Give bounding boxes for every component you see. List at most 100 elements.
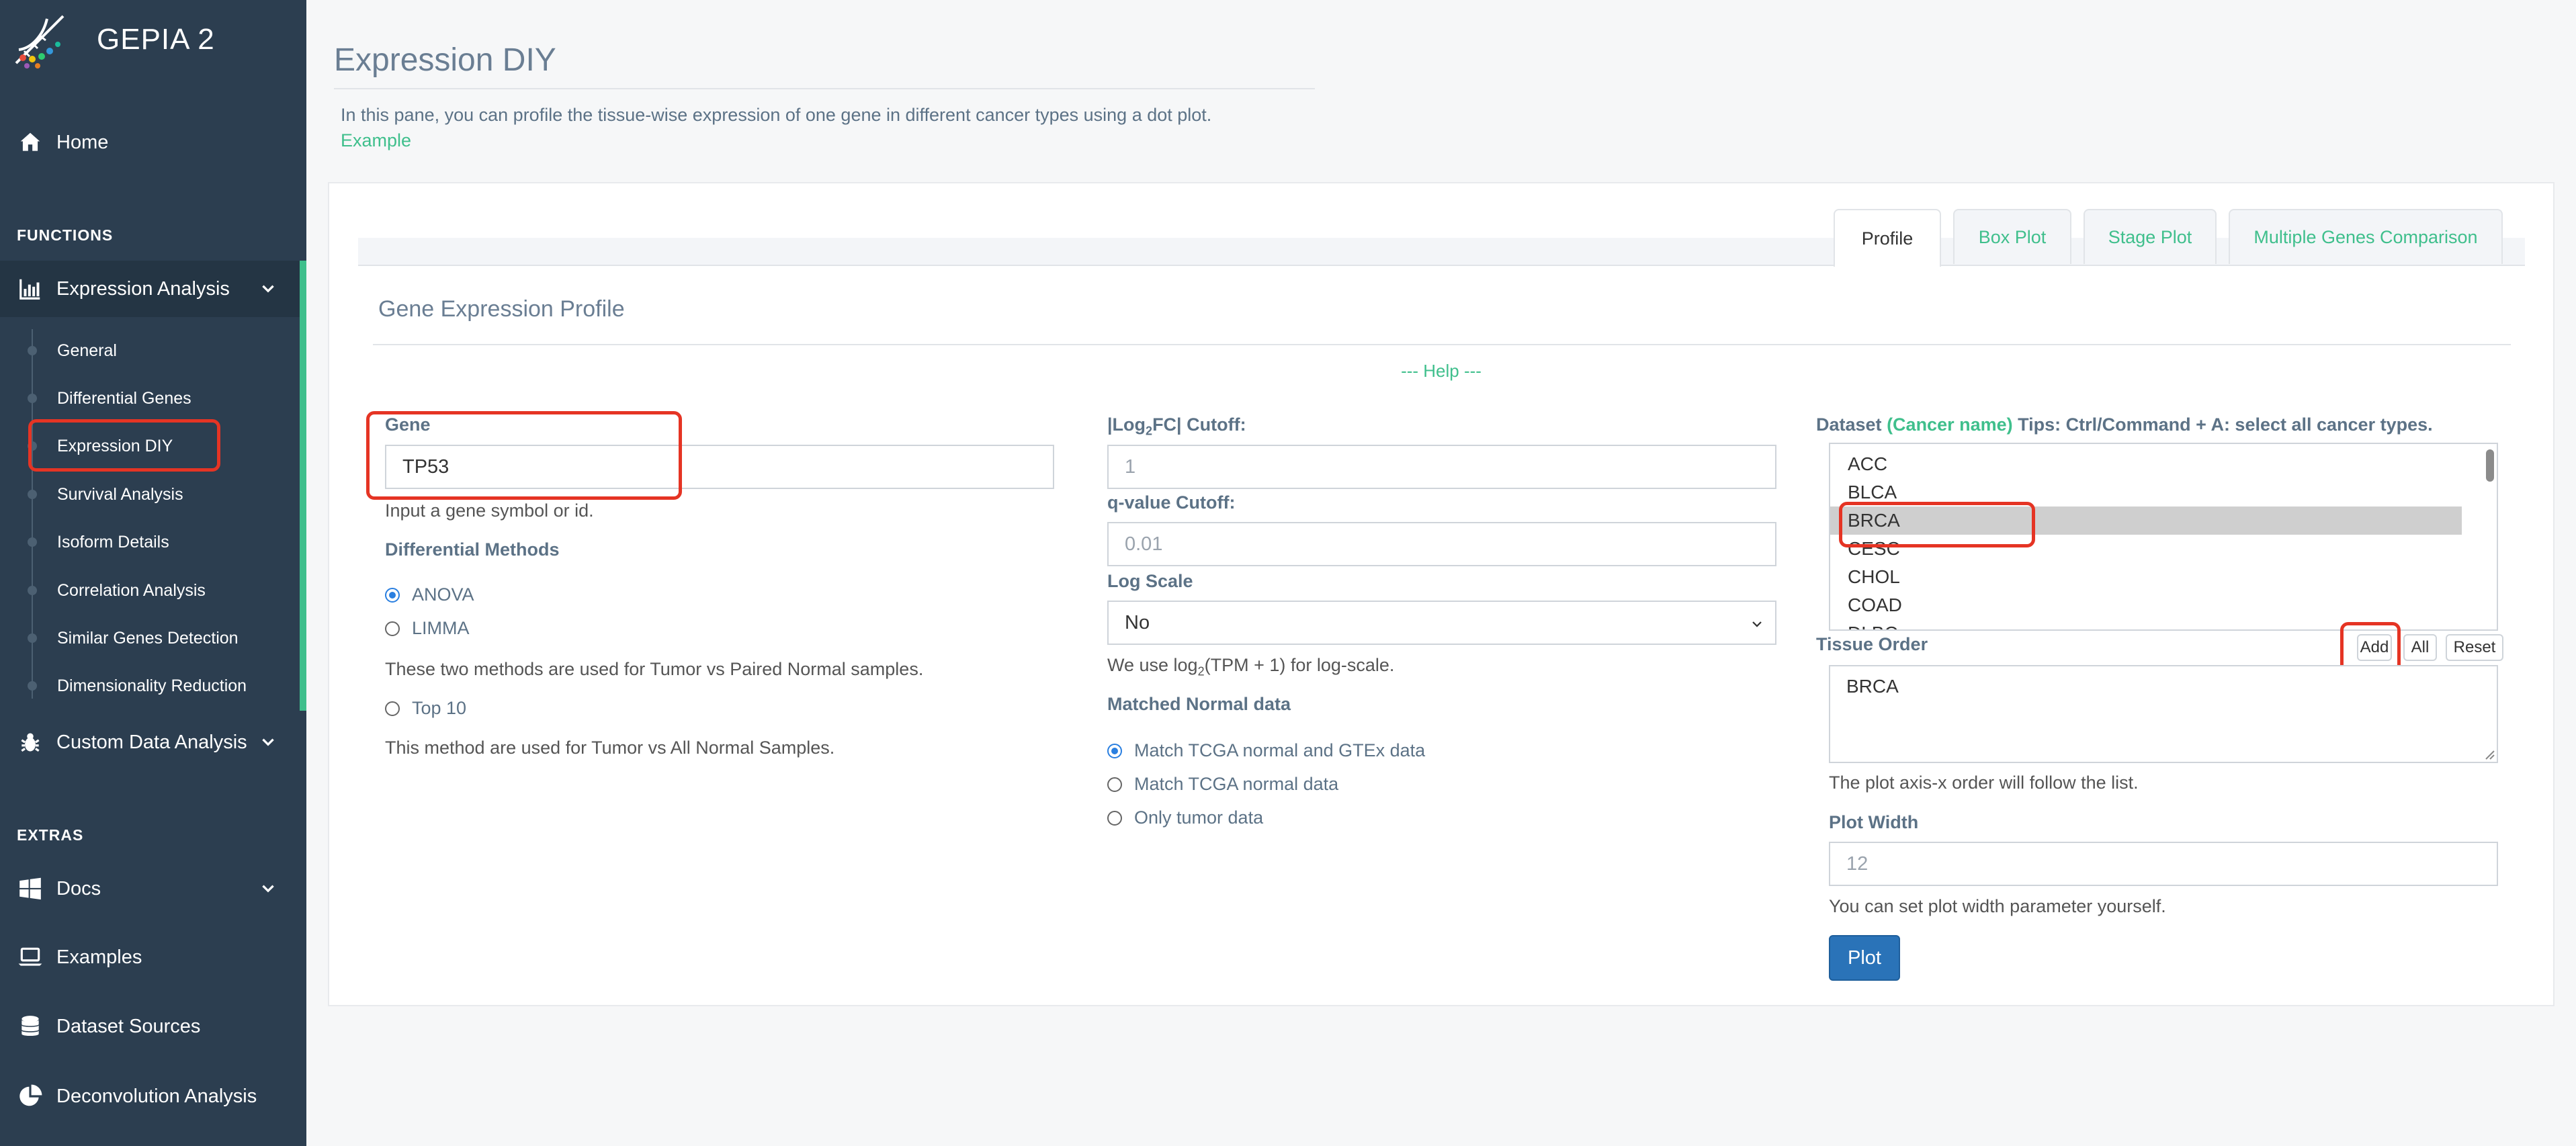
tissue-order-textarea[interactable]: BRCA (1829, 665, 2498, 763)
sidebar-item-survival-analysis[interactable]: Survival Analysis (0, 474, 300, 515)
section-title: Gene Expression Profile (378, 296, 625, 322)
nav-custom-data-analysis-label: Custom Data Analysis (56, 731, 247, 753)
radio-button[interactable] (385, 587, 400, 603)
submenu-dot (28, 681, 37, 691)
extras-section-title: EXTRAS (17, 826, 84, 844)
dataset-option-chol[interactable]: CHOL (1830, 563, 2462, 591)
submenu-dot (28, 394, 37, 403)
nav-examples[interactable]: Examples (0, 934, 306, 981)
tab-profile[interactable]: Profile (1834, 209, 1941, 267)
home-icon (15, 127, 46, 158)
sidebar-item-label: Survival Analysis (57, 484, 183, 504)
radio-limma[interactable]: LIMMA (385, 618, 470, 639)
logscale-selected-value: No (1125, 611, 1150, 633)
sidebar-item-label: Dimensionality Reduction (57, 676, 247, 695)
radio-button[interactable] (385, 701, 400, 716)
section-divider (373, 344, 2511, 345)
tissue-note: The plot axis-x order will follow the li… (1829, 773, 2139, 793)
plot-button[interactable]: Plot (1829, 935, 1900, 981)
dataset-option-acc[interactable]: ACC (1830, 450, 2462, 478)
help-link[interactable]: --- Help --- (0, 361, 2576, 382)
bar-chart-icon (15, 273, 46, 304)
all-button[interactable]: All (2403, 634, 2437, 661)
example-link[interactable]: Example (341, 130, 411, 151)
dataset-option-brca[interactable]: BRCA (1830, 506, 2462, 535)
laptop-icon (15, 942, 46, 973)
submenu-dot (28, 441, 37, 451)
nav-expression-analysis-label: Expression Analysis (56, 277, 230, 300)
chevron-down-icon (262, 285, 274, 293)
page-intro: In this pane, you can profile the tissue… (341, 105, 1212, 125)
nav-dataset-sources[interactable]: Dataset Sources (0, 1003, 306, 1050)
resize-grip-icon[interactable] (2483, 748, 2495, 760)
active-group-indicator (300, 261, 306, 711)
sidebar-item-expression-diy[interactable]: Expression DIY (0, 426, 300, 466)
sidebar-item-dimensionality-reduction[interactable]: Dimensionality Reduction (0, 666, 300, 706)
sidebar-item-label: Differential Genes (57, 388, 191, 408)
nav-dataset-sources-label: Dataset Sources (56, 1015, 201, 1037)
tab-stage-plot[interactable]: Stage Plot (2084, 209, 2217, 264)
submenu-dot (28, 633, 37, 643)
dataset-tips: Tips: Ctrl/Command + A: select all cance… (2018, 414, 2433, 435)
gene-hint: Input a gene symbol or id. (385, 500, 594, 521)
dataset-option-cesc[interactable]: CESC (1830, 535, 2462, 563)
dataset-option-blca[interactable]: BLCA (1830, 478, 2462, 506)
logscale-note: We use log2(TPM + 1) for log-scale. (1107, 655, 1394, 678)
reset-button[interactable]: Reset (2446, 634, 2503, 661)
bug-icon (15, 727, 46, 758)
chevron-down-icon (1752, 621, 1762, 627)
add-button[interactable]: Add (2357, 634, 2392, 661)
nav-custom-data-analysis[interactable]: Custom Data Analysis (0, 719, 306, 766)
sidebar-item-isoform-details[interactable]: Isoform Details (0, 522, 300, 562)
log2fc-label-part: FC| Cutoff: (1152, 414, 1246, 435)
dataset-scrollbar[interactable] (2486, 449, 2494, 482)
differential-methods-label: Differential Methods (385, 539, 560, 560)
sidebar-item-similar-genes-detection[interactable]: Similar Genes Detection (0, 618, 300, 658)
brand-title: GEPIA 2 (97, 23, 215, 56)
radio-only-tumor-label: Only tumor data (1134, 807, 1264, 828)
dataset-option-dlbc[interactable]: DLBC (1830, 619, 2462, 629)
nav-docs[interactable]: Docs (0, 865, 306, 912)
logscale-note-sub: 2 (1197, 664, 1205, 678)
dna-logo-icon (15, 15, 65, 69)
pie-chart-icon (15, 1081, 46, 1112)
nav-home[interactable]: Home (0, 119, 306, 166)
radio-match-tcga-gtex[interactable]: Match TCGA normal and GTEx data (1107, 740, 1425, 761)
radio-button[interactable] (1107, 743, 1122, 758)
gene-input[interactable] (385, 445, 1054, 489)
database-icon (15, 1011, 46, 1042)
nav-expression-analysis[interactable]: Expression Analysis (0, 265, 306, 312)
submenu-dot (28, 490, 37, 499)
functions-section-title: FUNCTIONS (17, 226, 114, 244)
log2fc-input[interactable] (1107, 445, 1776, 489)
log2fc-label-part: |Log (1107, 414, 1146, 435)
radio-only-tumor[interactable]: Only tumor data (1107, 807, 1263, 828)
qvalue-input[interactable] (1107, 522, 1776, 566)
plot-width-input[interactable] (1829, 842, 2498, 886)
radio-match-tcga[interactable]: Match TCGA normal data (1107, 774, 1338, 795)
tab-multiple-genes-comparison[interactable]: Multiple Genes Comparison (2229, 209, 2503, 264)
brand[interactable]: GEPIA 2 (9, 9, 215, 70)
log2fc-label: |Log2FC| Cutoff: (1107, 414, 1246, 438)
logscale-note-part: (TPM + 1) for log-scale. (1204, 655, 1395, 675)
radio-button[interactable] (1107, 777, 1122, 792)
logscale-select[interactable]: No (1107, 601, 1776, 645)
dataset-label-row: Dataset (Cancer name) Tips: Ctrl/Command… (1816, 414, 2433, 435)
dataset-listbox[interactable]: ACC BLCA BRCA CESC CHOL COAD DLBC (1829, 443, 2498, 631)
radio-top10[interactable]: Top 10 (385, 698, 466, 719)
radio-button[interactable] (1107, 810, 1122, 826)
radio-button[interactable] (385, 621, 400, 636)
nav-deconvolution-analysis[interactable]: Deconvolution Analysis (0, 1073, 306, 1120)
tab-box-plot[interactable]: Box Plot (1953, 209, 2071, 264)
sidebar-item-label: Similar Genes Detection (57, 628, 239, 648)
dataset-option-coad[interactable]: COAD (1830, 591, 2462, 619)
sidebar-item-differential-genes[interactable]: Differential Genes (0, 378, 300, 418)
gene-label: Gene (385, 414, 431, 435)
sidebar-item-correlation-analysis[interactable]: Correlation Analysis (0, 570, 300, 611)
radio-anova[interactable]: ANOVA (385, 584, 474, 605)
radio-top10-label: Top 10 (412, 698, 467, 718)
matched-normal-label: Matched Normal data (1107, 694, 1291, 714)
sidebar-item-label: Expression DIY (57, 436, 173, 455)
chevron-down-icon (262, 885, 274, 893)
sidebar-item-label: Correlation Analysis (57, 580, 206, 600)
